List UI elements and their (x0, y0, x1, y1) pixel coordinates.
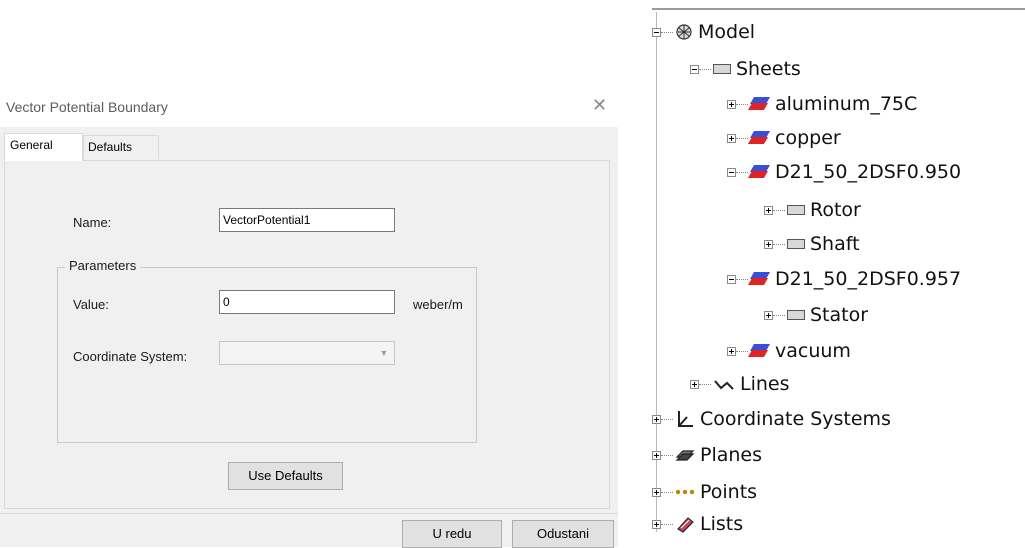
tree-item-label: vacuum (775, 340, 851, 362)
expand-icon[interactable] (727, 133, 736, 143)
tree-connector (661, 31, 673, 33)
parameters-group-label: Parameters (65, 258, 141, 273)
material-sheet-icon (747, 344, 771, 358)
tree-item-planes[interactable]: Planes (652, 441, 762, 469)
use-defaults-button[interactable]: Use Defaults (228, 462, 343, 490)
tree-connector (736, 171, 748, 173)
tree-item-label: Lists (700, 513, 744, 535)
cancel-button[interactable]: Odustani (512, 520, 614, 548)
tree-item-rotor[interactable]: Rotor (764, 196, 861, 224)
plane-icon (675, 450, 695, 461)
expand-icon[interactable] (764, 310, 773, 320)
name-field[interactable]: VectorPotential1 (219, 208, 395, 232)
tree-item-stator[interactable]: Stator (764, 301, 868, 329)
tree-connector (773, 314, 785, 316)
tree-connector (661, 523, 673, 525)
tree-item-d21-957[interactable]: D21_50_2DSF0.957 (727, 265, 961, 293)
tree-item-label: Stator (810, 304, 869, 326)
tree-item-lists[interactable]: Lists (652, 510, 743, 538)
tree-item-vacuum[interactable]: vacuum (727, 337, 851, 365)
tree-item-label: Rotor (810, 199, 861, 221)
name-label: Name: (73, 215, 112, 230)
dialog-title: Vector Potential Boundary (6, 99, 168, 115)
tree-item-sheets[interactable]: Sheets (690, 55, 801, 83)
tree-connector (661, 491, 673, 493)
tree-item-label: Model (698, 21, 756, 43)
tree-item-label: copper (775, 127, 841, 149)
tree-item-label: Lines (740, 373, 790, 395)
tree-connector (699, 68, 711, 70)
expand-icon[interactable] (652, 414, 661, 424)
tree-connector (773, 243, 785, 245)
sheet-icon (787, 239, 805, 249)
coordinate-system-select[interactable]: ▼ (219, 341, 395, 365)
material-sheet-icon (747, 165, 771, 179)
material-sheet-icon (747, 97, 771, 111)
value-field[interactable]: 0 (219, 290, 395, 314)
tree-item-coordinate-systems[interactable]: Coordinate Systems (652, 405, 891, 433)
tree-item-shaft[interactable]: Shaft (764, 230, 860, 258)
tree-connector (736, 278, 748, 280)
expand-icon[interactable] (690, 379, 699, 389)
tree-item-label: D21_50_2DSF0.950 (775, 161, 962, 183)
collapse-icon[interactable] (652, 27, 661, 37)
sheet-icon (713, 64, 731, 74)
collapse-icon[interactable] (690, 64, 699, 74)
tree-item-label: aluminum_75C (775, 93, 918, 115)
value-label: Value: (73, 297, 109, 312)
tree-connector (736, 137, 748, 139)
expand-icon[interactable] (727, 346, 736, 356)
close-icon[interactable]: ✕ (592, 95, 607, 115)
chevron-down-icon: ▼ (379, 348, 389, 358)
tree-item-points[interactable]: Points (652, 478, 757, 506)
tree-item-label: Sheets (736, 58, 801, 80)
tree-connector (736, 103, 748, 105)
tree-item-copper[interactable]: copper (727, 124, 841, 152)
tree-item-model[interactable]: Model (652, 18, 755, 46)
tab-defaults[interactable]: Defaults (83, 135, 159, 159)
material-sheet-icon (747, 272, 771, 286)
tree-item-d21-950[interactable]: D21_50_2DSF0.950 (727, 158, 961, 186)
tree-connector (661, 418, 673, 420)
tree-top-rule (652, 8, 1025, 10)
sheet-icon (787, 205, 805, 215)
tree-item-label: Coordinate Systems (700, 408, 891, 430)
tree-connector (661, 454, 673, 456)
expand-icon[interactable] (764, 239, 773, 249)
tree-item-lines[interactable]: Lines (690, 370, 790, 398)
sheet-icon (787, 310, 805, 320)
tree-item-label: Shaft (810, 233, 860, 255)
tree-item-aluminum[interactable]: aluminum_75C (727, 90, 917, 118)
model-icon (676, 24, 692, 40)
coordinate-system-label: Coordinate System: (73, 349, 188, 364)
expand-icon[interactable] (652, 487, 661, 497)
expand-icon[interactable] (652, 450, 661, 460)
expand-icon[interactable] (727, 99, 736, 109)
tree-item-label: Points (700, 481, 758, 503)
list-icon (677, 517, 694, 533)
coordinate-system-icon (678, 411, 693, 427)
collapse-icon[interactable] (727, 167, 736, 177)
tree-connector (736, 350, 748, 352)
tree-item-label: D21_50_2DSF0.957 (775, 268, 962, 290)
points-icon (675, 489, 695, 495)
tree-connector (699, 383, 711, 385)
expand-icon[interactable] (652, 519, 661, 529)
tree-item-label: Planes (700, 444, 763, 466)
value-unit: weber/m (413, 297, 463, 312)
tab-general[interactable]: General (4, 133, 83, 161)
tree-connector (773, 209, 785, 211)
ok-button[interactable]: U redu (402, 520, 502, 548)
collapse-icon[interactable] (727, 274, 736, 284)
line-icon (714, 380, 734, 390)
expand-icon[interactable] (764, 205, 773, 215)
bottom-separator (0, 513, 618, 514)
material-sheet-icon (747, 131, 771, 145)
